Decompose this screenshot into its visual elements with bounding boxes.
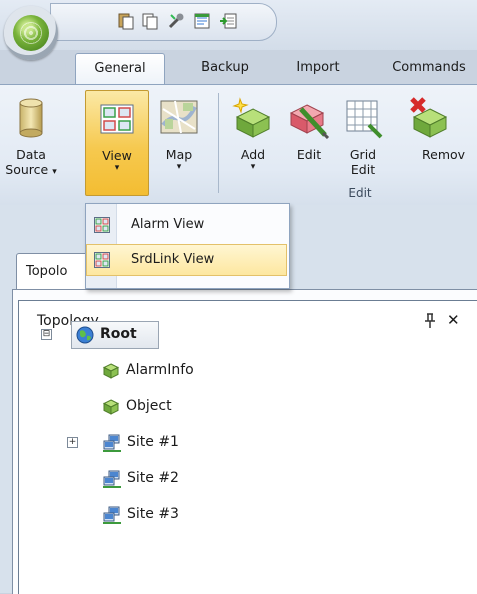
collapse-icon[interactable]: ⊟: [41, 329, 52, 340]
expand-icon[interactable]: +: [67, 437, 78, 448]
chevron-down-icon: ▾: [176, 162, 182, 172]
tree-node-site-3[interactable]: Site #3: [19, 502, 239, 526]
network-icon: [103, 434, 121, 452]
chevron-down-icon: ▾: [52, 167, 57, 177]
view-grid-icon: [94, 217, 110, 233]
add-label: Add: [240, 147, 266, 162]
data-source-label-2: Source: [5, 162, 49, 177]
map-icon: [160, 100, 198, 134]
remove-icon: [410, 97, 448, 138]
menu-item-label: Alarm View: [131, 217, 205, 232]
tree-node-label: Site #1: [127, 434, 179, 450]
ribbon-tabs: General Backup Import Commands: [0, 50, 477, 84]
view-grid-icon: [94, 252, 110, 268]
ribbon-group-label-edit: Edit: [348, 186, 372, 200]
database-icon: [19, 98, 43, 138]
tree-node-label: AlarmInfo: [126, 362, 194, 378]
ribbon-group-separator: [218, 93, 219, 193]
grid-icon: [346, 100, 383, 139]
view-label: View: [102, 148, 132, 163]
close-icon[interactable]: ✕: [447, 312, 460, 328]
edit-pencil-icon: [289, 104, 330, 139]
quick-access-toolbar: [50, 3, 277, 41]
network-icon: [103, 506, 121, 524]
tab-backup[interactable]: Backup: [190, 53, 260, 83]
copy-icon[interactable]: [141, 12, 159, 30]
data-source-button[interactable]: Data Source ▾: [0, 85, 62, 185]
tree-node-label: Site #3: [127, 506, 179, 522]
chevron-down-icon: ▾: [114, 163, 120, 173]
view-button[interactable]: View ▾: [85, 90, 149, 196]
view-dropdown-menu: Alarm View SrdLink View: [85, 203, 290, 289]
view-grid-icon: [100, 104, 134, 134]
import-data-icon[interactable]: [219, 12, 237, 30]
tree-node-site-1[interactable]: + Site #1: [19, 430, 239, 454]
report-icon[interactable]: [193, 12, 211, 30]
tree-node-label: Object: [126, 398, 172, 414]
chevron-down-icon: ▾: [250, 162, 256, 172]
tree-node-object[interactable]: Object: [19, 394, 239, 418]
tools-icon[interactable]: [167, 12, 185, 30]
pin-icon[interactable]: [424, 313, 436, 329]
data-source-label-1: Data: [16, 147, 46, 162]
cube-icon: [102, 363, 120, 379]
tree-node-label: Site #2: [127, 470, 179, 486]
remove-label: Remov: [422, 147, 466, 162]
tree-node-root[interactable]: ⊟ Root: [19, 322, 219, 346]
edit-label: Edit: [296, 147, 322, 162]
tab-general[interactable]: General: [75, 53, 165, 84]
paste-icon[interactable]: [117, 12, 135, 30]
network-icon: [103, 470, 121, 488]
topology-panel: Topology ✕ ⊟ Root AlarmInfo Object + Sit…: [18, 300, 477, 594]
add-cube-icon: [232, 97, 271, 138]
remove-button[interactable]: Remov: [392, 85, 477, 185]
title-bar: [0, 0, 477, 60]
cube-icon: [102, 399, 120, 415]
grid-edit-label-2: Edit: [350, 162, 376, 177]
edit-button[interactable]: Edit: [284, 85, 334, 185]
grid-edit-button[interactable]: Grid Edit: [338, 85, 388, 185]
menu-item-label: SrdLink View: [131, 252, 215, 267]
tree-node-alarminfo[interactable]: AlarmInfo: [19, 358, 239, 382]
map-label: Map: [165, 147, 193, 162]
tree-node-label: Root: [100, 326, 137, 342]
grid-edit-label-1: Grid: [349, 147, 377, 162]
menu-item-srdlink-view[interactable]: SrdLink View: [86, 244, 287, 276]
globe-icon: [76, 326, 94, 344]
ribbon: Data Source ▾ View ▾ Map ▾ Add ▾ Edit Gr…: [0, 84, 477, 206]
map-button[interactable]: Map ▾: [149, 85, 209, 185]
tree-node-site-2[interactable]: Site #2: [19, 466, 239, 490]
tab-commands[interactable]: Commands: [374, 53, 477, 83]
tab-import[interactable]: Import: [286, 53, 350, 83]
application-menu-button[interactable]: [4, 6, 58, 60]
menu-item-alarm-view[interactable]: Alarm View: [87, 210, 286, 240]
app-logo-icon: [13, 15, 49, 51]
add-button[interactable]: Add ▾: [228, 85, 278, 185]
